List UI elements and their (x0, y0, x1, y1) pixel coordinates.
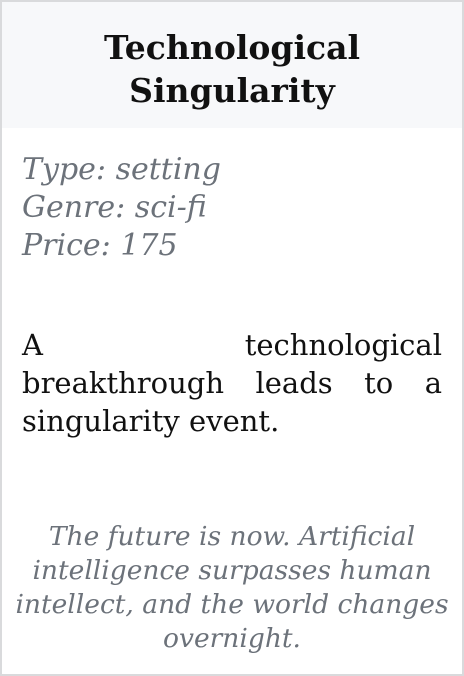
meta-type: Type: setting (22, 151, 442, 189)
card-flavor-text: The future is now. Artificial intelligen… (15, 521, 449, 654)
card-description: A technological breakthrough leads to a … (22, 328, 442, 438)
meta-genre-label: Genre: (22, 190, 126, 225)
meta-price-value: 175 (120, 228, 178, 263)
meta-type-value: setting (115, 152, 221, 187)
card-meta: Type: setting Genre: sci-fi Price: 175 (22, 151, 442, 265)
meta-price: Price: 175 (22, 227, 442, 265)
meta-genre-value: sci-fi (134, 190, 207, 225)
card-header: Technological Singularity (2, 2, 462, 128)
card-title: Technological Singularity (103, 28, 361, 110)
meta-price-label: Price: (22, 228, 111, 263)
meta-type-label: Type: (22, 152, 107, 187)
meta-genre: Genre: sci-fi (22, 189, 442, 227)
card: Technological Singularity Type: setting … (0, 0, 464, 676)
